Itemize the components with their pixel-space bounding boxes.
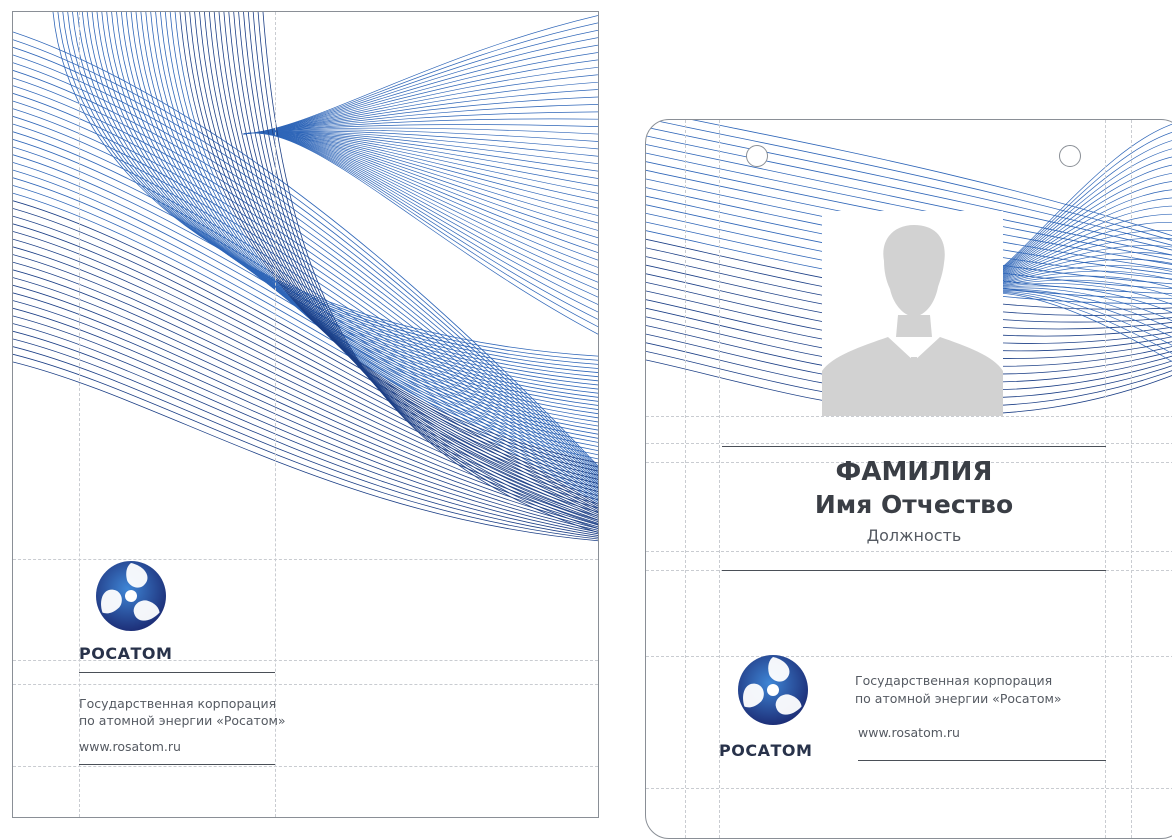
wave-line bbox=[130, 12, 598, 423]
guide-line bbox=[685, 120, 686, 838]
guide-line bbox=[719, 120, 720, 838]
wave-line bbox=[242, 132, 598, 313]
wave-line bbox=[242, 15, 598, 135]
wave-line bbox=[13, 177, 598, 500]
brand-wordmark: РОСАТОМ bbox=[719, 741, 813, 760]
divider-rule bbox=[722, 446, 1106, 447]
divider-rule bbox=[722, 570, 1106, 571]
wave-line bbox=[116, 12, 598, 410]
org-name-line1: Государственная корпорация bbox=[855, 673, 1053, 688]
wave-line bbox=[13, 185, 598, 502]
person-silhouette-icon bbox=[822, 225, 1003, 416]
wave-line bbox=[13, 284, 598, 524]
org-name-line1: Государственная корпорация bbox=[79, 696, 277, 711]
guide-line bbox=[646, 443, 1172, 444]
guide-line bbox=[646, 788, 1172, 789]
name-block: ФАМИЛИЯ Имя Отчество Должность bbox=[722, 450, 1106, 550]
guide-line bbox=[646, 416, 1172, 417]
divider-rule bbox=[79, 672, 275, 673]
wave-line bbox=[242, 132, 598, 224]
wave-line bbox=[242, 22, 598, 135]
guide-line bbox=[13, 684, 598, 685]
guide-line bbox=[646, 551, 1172, 552]
guide-line bbox=[646, 656, 1172, 657]
wave-line bbox=[52, 12, 598, 357]
wave-line bbox=[242, 132, 598, 335]
org-name-line2: по атомной энергии «Росатом» bbox=[79, 713, 286, 728]
brand-wordmark: РОСАТОМ bbox=[79, 644, 173, 663]
punch-hole bbox=[746, 145, 768, 167]
name-badge: ФАМИЛИЯ Имя Отчество Должность РОСАТОМ Г… bbox=[645, 119, 1172, 839]
wave-line bbox=[13, 307, 598, 529]
divider-rule bbox=[79, 764, 275, 765]
punch-hole bbox=[1059, 145, 1081, 167]
rosatom-logo-icon bbox=[738, 655, 808, 725]
given-names: Имя Отчество bbox=[814, 490, 1014, 519]
guide-line bbox=[13, 766, 598, 767]
wave-line bbox=[13, 154, 598, 495]
job-position: Должность bbox=[866, 526, 962, 545]
divider-rule bbox=[858, 760, 1106, 761]
surname: ФАМИЛИЯ bbox=[835, 457, 993, 487]
wave-line bbox=[13, 162, 598, 497]
guide-line bbox=[1131, 120, 1132, 838]
cover-sheet: РОСАТОМ Государственная корпорация по ат… bbox=[12, 11, 599, 818]
photo-placeholder bbox=[822, 211, 1003, 416]
rosatom-logo-icon bbox=[96, 561, 166, 631]
wave-line bbox=[242, 44, 598, 135]
org-name-line2: по атомной энергии «Росатом» bbox=[855, 691, 1062, 706]
website-text: www.rosatom.ru bbox=[79, 739, 181, 754]
wave-line bbox=[228, 12, 598, 505]
wave-line bbox=[13, 139, 598, 491]
website-text: www.rosatom.ru bbox=[858, 725, 960, 740]
